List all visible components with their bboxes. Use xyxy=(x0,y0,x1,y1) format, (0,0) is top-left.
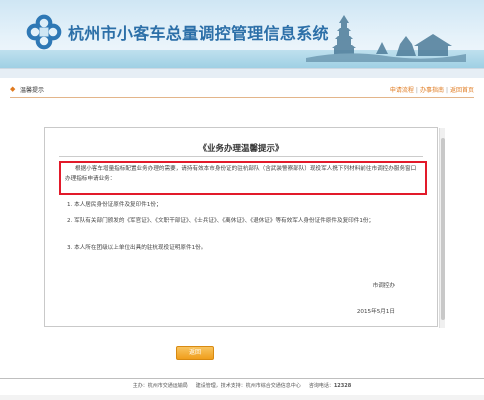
header-banner: 杭州市小客车总量调控管理信息系统 xyxy=(0,0,484,68)
footer-host-label: 主办： xyxy=(132,383,148,389)
header-strip xyxy=(0,68,484,78)
section-navbar: ◆ 温馨提示 申请流程 | 办事指南 | 返回首页 xyxy=(10,82,474,98)
notice-signature: 市调控办 xyxy=(372,283,395,289)
notice-paragraph: 根据小客车增量指标配置业务办理的需要，请持有效本市身份证的驻杭部队（含武装警察部… xyxy=(65,166,417,182)
footer-phone: 12328 xyxy=(333,383,352,389)
pagoda-skyline-icon xyxy=(306,15,466,62)
nav-links: 申请流程 | 办事指南 | 返回首页 xyxy=(390,85,474,94)
link-home[interactable]: 返回首页 xyxy=(450,87,474,94)
diamond-bullet-icon: ◆ xyxy=(10,85,16,93)
footer-divider xyxy=(0,378,484,379)
back-button[interactable]: 返回 xyxy=(176,346,214,360)
link-service-guide[interactable]: 办事指南 xyxy=(420,87,444,94)
section-title: 温馨提示 xyxy=(20,87,45,94)
footer-phone-label: 咨询电话： xyxy=(308,383,334,389)
link-apply-process[interactable]: 申请流程 xyxy=(390,87,414,94)
notice-item-1: 1. 本人居民身份证原件及复印件1份； xyxy=(67,202,162,208)
system-title: 杭州市小客车总量调控管理信息系统 xyxy=(68,24,329,43)
title-divider xyxy=(59,156,423,157)
nav-separator: | xyxy=(415,87,418,94)
footer: 主办：杭州市交通运输局 建设管理，技术支持：杭州市综合交通信息中心 咨询电话：123… xyxy=(0,382,484,389)
notice-date: 2015年5月1日 xyxy=(356,309,395,315)
scrollbar-thumb[interactable] xyxy=(441,138,445,320)
notice-title: 《业务办理温馨提示》 xyxy=(198,144,284,154)
footer-tech: 杭州市综合交通信息中心 xyxy=(245,383,301,389)
footer-tech-label: 建设管理，技术支持： xyxy=(195,383,246,389)
notice-card: 《业务办理温馨提示》 根据小客车增量指标配置业务办理的需要，请持有效本市身份证的… xyxy=(44,127,445,328)
notice-item-2: 2. 军队有关部门颁发的《军官证》、《文职干部证》、《士兵证》、《离休证》、《退… xyxy=(67,218,375,224)
notice-item-3: 3. 本人所在团级以上单位出具的驻杭现役证明原件1份。 xyxy=(67,245,207,251)
nav-separator: | xyxy=(445,87,448,94)
notice-scrollbar[interactable] xyxy=(439,128,445,328)
section-title-group: ◆ 温馨提示 xyxy=(10,85,45,95)
knot-logo-icon xyxy=(26,14,62,50)
footer-host: 杭州市交通运输局 xyxy=(147,383,188,389)
footer-bottom-bar xyxy=(0,395,484,400)
